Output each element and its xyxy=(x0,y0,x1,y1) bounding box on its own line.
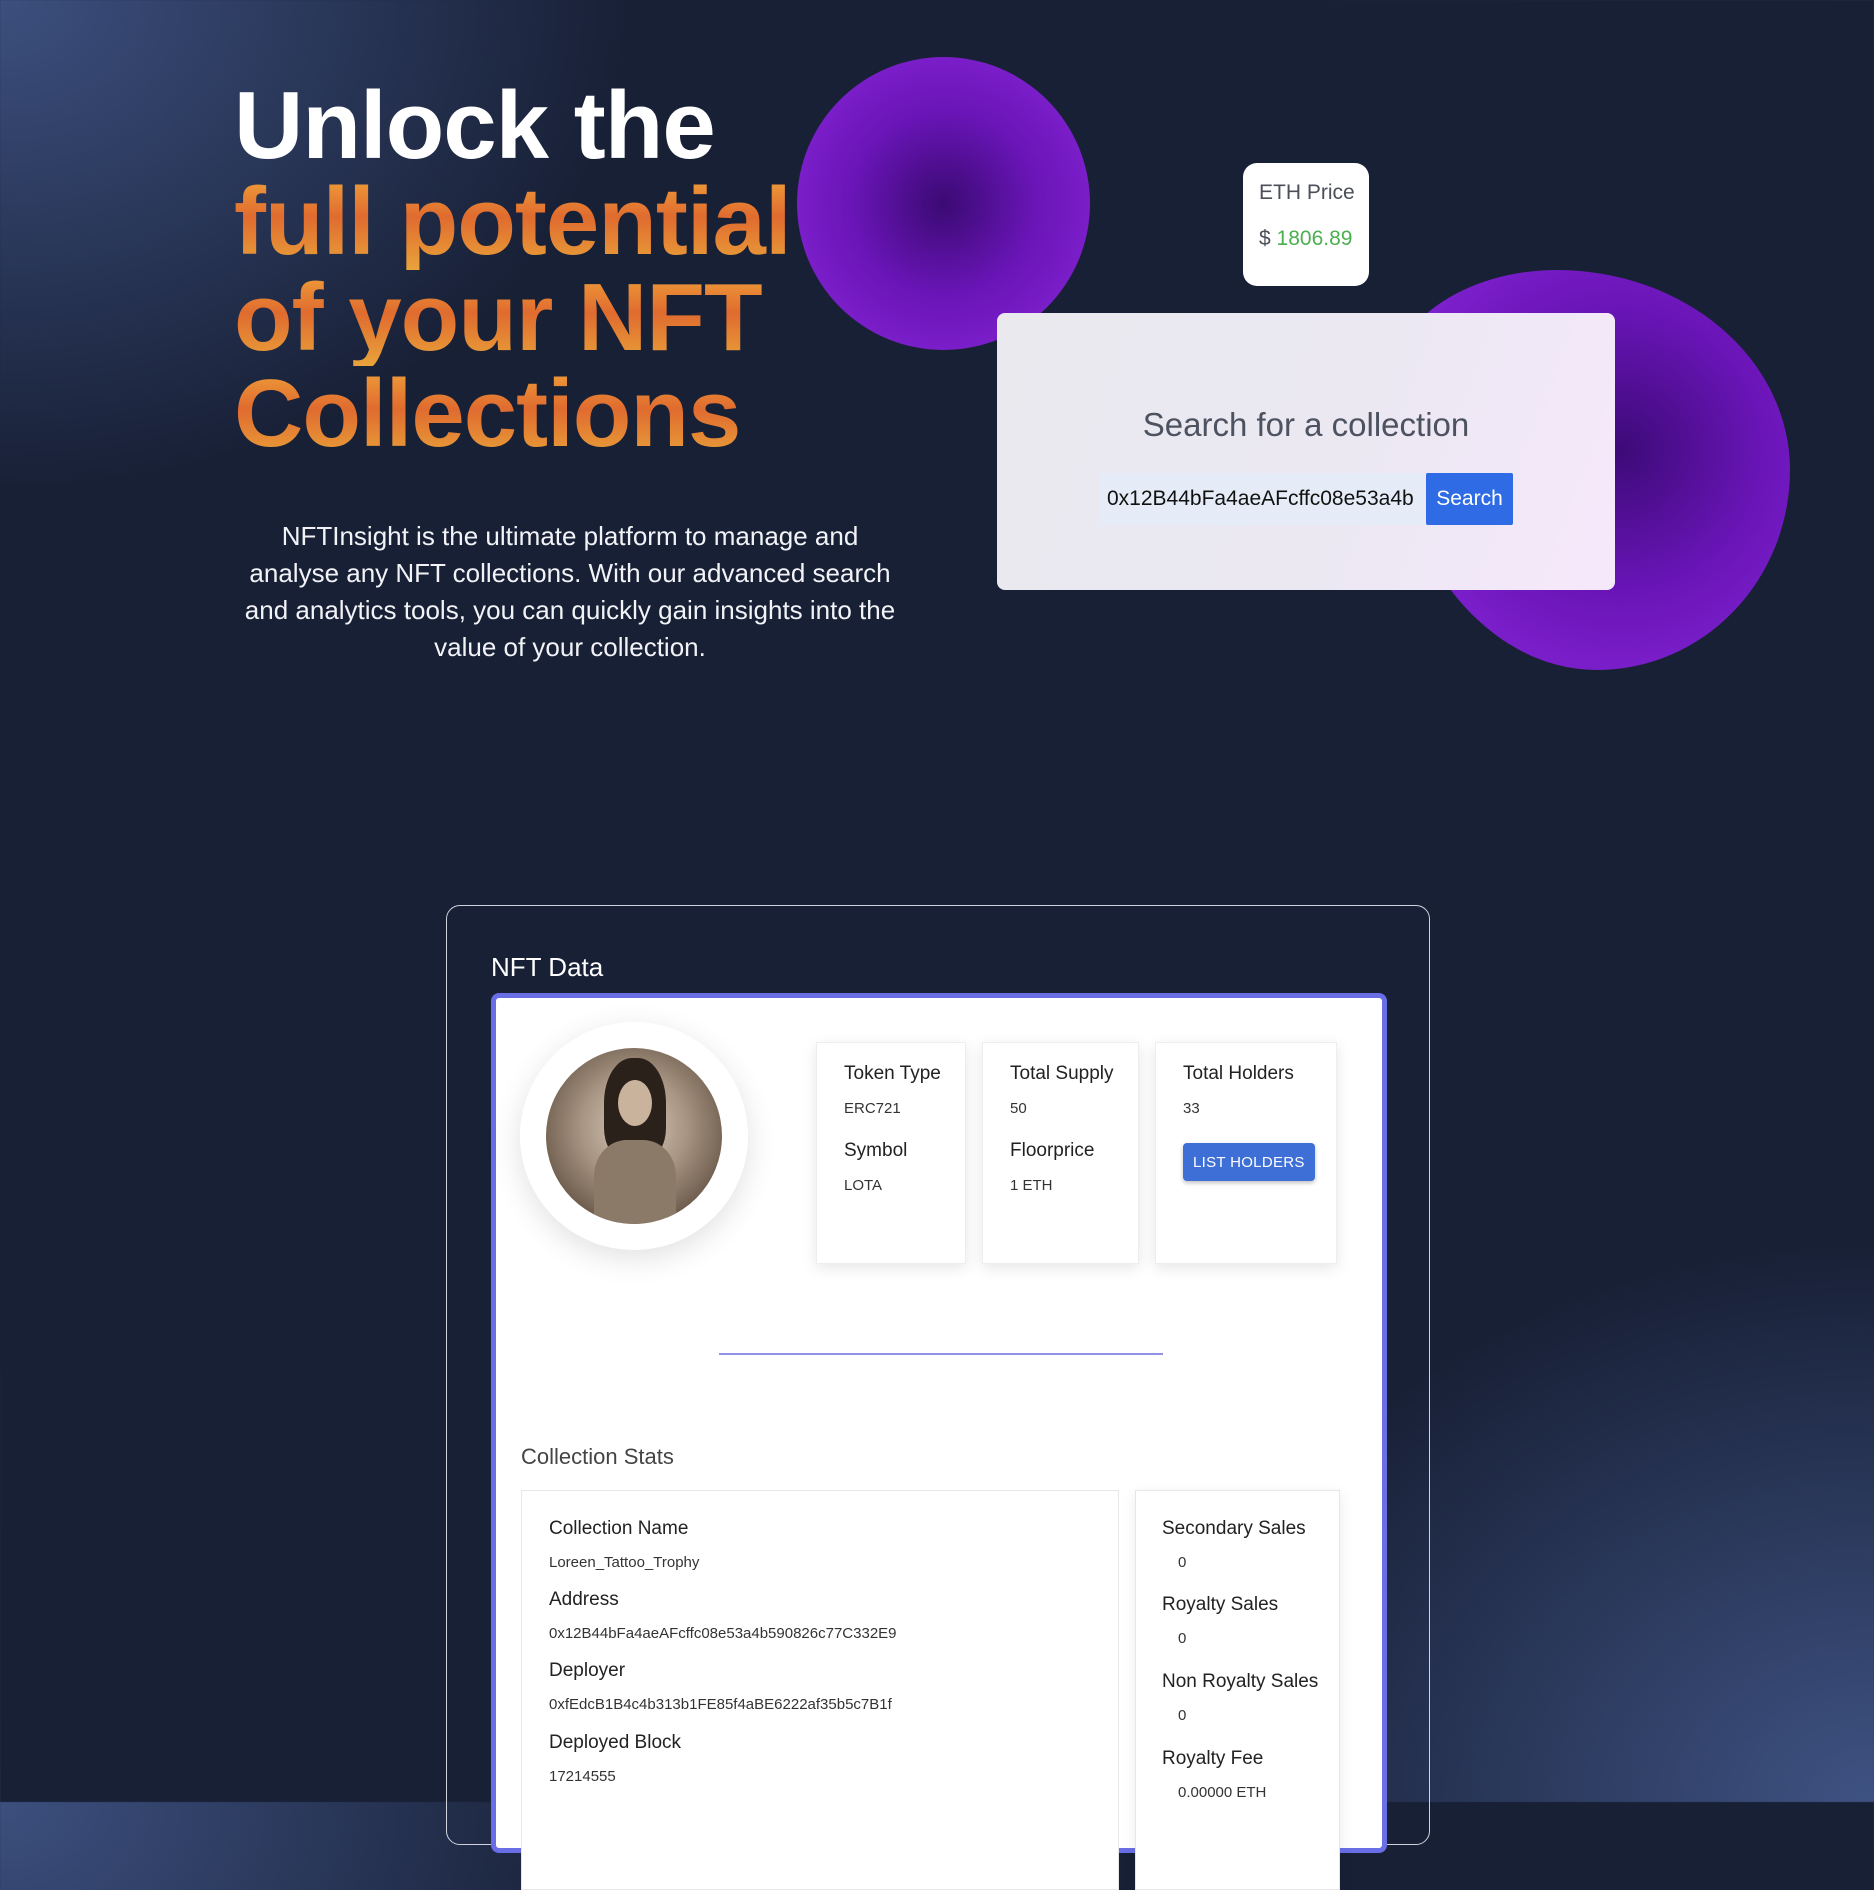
royalty-fee-value: 0.00000 ETH xyxy=(1178,1784,1267,1801)
collection-stats-title: Collection Stats xyxy=(521,1444,674,1469)
royalty-sales-label: Royalty Sales xyxy=(1162,1594,1279,1615)
collection-avatar xyxy=(546,1048,722,1224)
secondary-sales-value: 0 xyxy=(1178,1554,1187,1571)
holders-info-card: Total Holders 33 LIST HOLDERS xyxy=(1155,1042,1337,1264)
nft-data-content: Token Type ERC721 Symbol LOTA Total Supp… xyxy=(491,993,1387,1890)
token-info-card: Token Type ERC721 Symbol LOTA xyxy=(816,1042,966,1264)
token-type-value: ERC721 xyxy=(844,1100,901,1117)
non-royalty-sales-label: Non Royalty Sales xyxy=(1162,1671,1319,1692)
secondary-sales-label: Secondary Sales xyxy=(1162,1518,1306,1539)
symbol-value: LOTA xyxy=(844,1177,883,1194)
eth-price-label: ETH Price xyxy=(1259,181,1355,204)
sales-stats-card: Secondary Sales 0 Royalty Sales 0 Non Ro… xyxy=(1135,1490,1340,1890)
hero-title-line-2: full potential xyxy=(234,168,792,275)
nft-data-heading: NFT Data xyxy=(491,952,604,982)
supply-info-card: Total Supply 50 Floorprice 1 ETH xyxy=(982,1042,1139,1264)
total-holders-value: 33 xyxy=(1183,1100,1200,1117)
floorprice-value: 1 ETH xyxy=(1010,1177,1053,1194)
hero-title: Unlock the full potential of your NFT Co… xyxy=(234,72,792,462)
deployed-block-value: 17214555 xyxy=(549,1768,616,1785)
token-type-label: Token Type xyxy=(844,1063,941,1084)
collection-name-label: Collection Name xyxy=(549,1518,689,1539)
hero-title-line-4: Collections xyxy=(234,366,791,462)
eth-price-card: ETH Price $ 1806.89 xyxy=(1243,163,1369,286)
collection-avatar-frame xyxy=(520,1022,748,1250)
total-supply-value: 50 xyxy=(1010,1100,1027,1117)
hero-title-line-1: Unlock the xyxy=(234,72,716,179)
list-holders-button[interactable]: LIST HOLDERS xyxy=(1183,1143,1315,1181)
hero-title-line-3: of your NFT xyxy=(234,270,791,366)
collection-details-card: Collection Name Loreen_Tattoo_Trophy Add… xyxy=(521,1490,1119,1890)
address-label: Address xyxy=(549,1589,619,1610)
currency-symbol: $ xyxy=(1259,227,1271,250)
search-button[interactable]: Search xyxy=(1426,473,1513,525)
avatar-body-shape xyxy=(594,1140,676,1224)
symbol-label: Symbol xyxy=(844,1140,908,1161)
search-card: Search for a collection Search xyxy=(997,313,1615,590)
floorprice-label: Floorprice xyxy=(1010,1140,1095,1161)
collection-name-value: Loreen_Tattoo_Trophy xyxy=(549,1554,700,1571)
total-supply-label: Total Supply xyxy=(1010,1063,1114,1084)
deployer-label: Deployer xyxy=(549,1660,626,1681)
address-value: 0x12B44bFa4aeAFcffc08e53a4b590826c77C332… xyxy=(549,1625,897,1642)
deployer-value: 0xfEdcB1B4c4b313b1FE85f4aBE6222af35b5c7B… xyxy=(549,1696,892,1713)
royalty-fee-label: Royalty Fee xyxy=(1162,1748,1264,1769)
decorative-purple-orb xyxy=(797,57,1090,350)
search-title: Search for a collection xyxy=(1142,406,1470,443)
non-royalty-sales-value: 0 xyxy=(1178,1707,1187,1724)
avatar-face-shape xyxy=(618,1080,652,1126)
eth-price-value: 1806.89 xyxy=(1276,227,1353,250)
nft-data-panel: NFT Data Token Type ERC721 Symbol LOTA T… xyxy=(446,905,1430,1890)
royalty-sales-value: 0 xyxy=(1178,1630,1187,1647)
section-divider xyxy=(719,1353,1163,1355)
deployed-block-label: Deployed Block xyxy=(549,1732,682,1753)
collection-search-input[interactable] xyxy=(1099,473,1423,525)
eth-price-display: $ 1806.89 xyxy=(1259,227,1369,251)
hero-description: NFTInsight is the ultimate platform to m… xyxy=(244,521,896,662)
total-holders-label: Total Holders xyxy=(1183,1063,1294,1084)
